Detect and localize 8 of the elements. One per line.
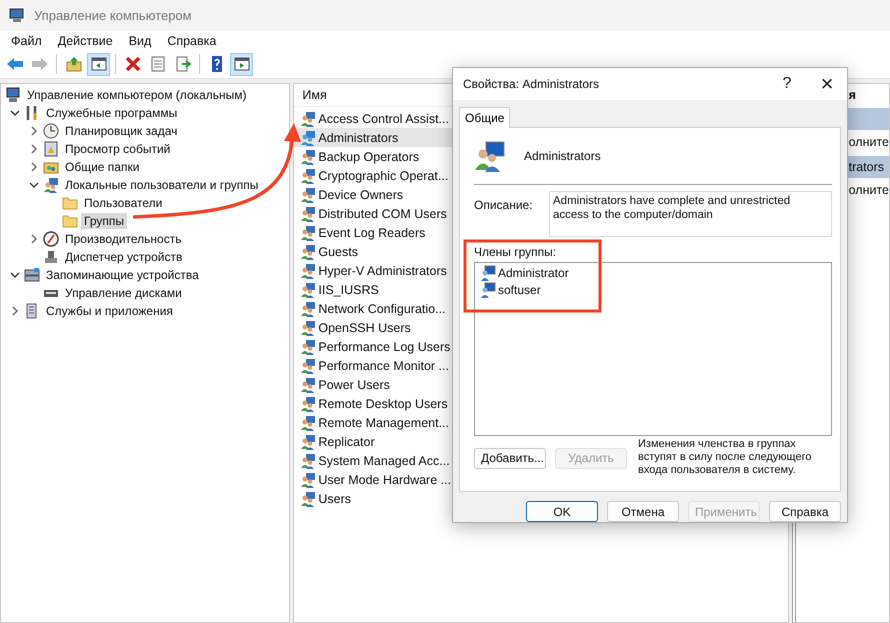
dialog-title: Свойства: Administrators bbox=[463, 76, 600, 91]
description-label: Описание: bbox=[474, 196, 534, 214]
members-label: Члены группы: bbox=[474, 244, 558, 259]
window-title: Управление компьютером bbox=[34, 8, 192, 23]
group-name: Administrators bbox=[524, 148, 601, 163]
note-text: Изменения членства в группах вступят в силу после следующего входа пользователя в систему. bbox=[638, 438, 812, 477]
actions-header: я bbox=[848, 88, 856, 102]
section-title: trators bbox=[848, 160, 884, 174]
